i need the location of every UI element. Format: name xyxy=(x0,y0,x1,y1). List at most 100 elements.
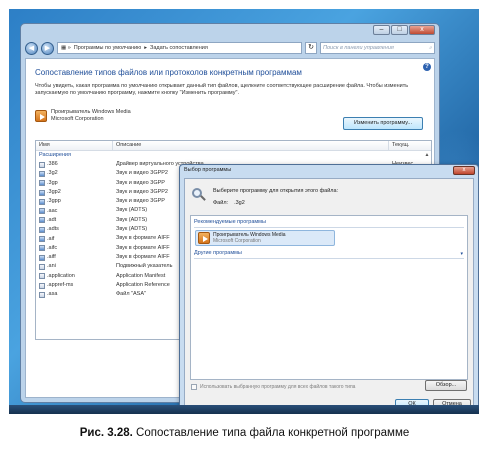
recommended-program-company: Microsoft Corporation xyxy=(213,238,261,244)
current-program-company: Microsoft Corporation xyxy=(51,116,104,122)
row-extension: .adts xyxy=(36,225,113,234)
file-icon xyxy=(39,273,45,280)
file-name: .3g2 xyxy=(234,200,245,206)
row-extension: .adt xyxy=(36,216,113,225)
row-extension-text: .aifc xyxy=(47,244,58,251)
row-extension-text: .appref-ms xyxy=(47,282,74,288)
recommended-program-item[interactable]: Проигрыватель Windows Media Microsoft Co… xyxy=(195,230,335,246)
media-file-icon xyxy=(39,245,45,252)
refresh-icon[interactable]: ↻ xyxy=(305,42,317,54)
search-input[interactable]: Поиск в панели управления ⌕ xyxy=(320,42,435,54)
row-extension-text: .386 xyxy=(47,161,58,168)
program-list[interactable]: Рекомендуемые программы Проигрыватель Wi… xyxy=(190,215,468,380)
file-icon xyxy=(39,291,45,298)
taskbar xyxy=(9,405,479,414)
row-extension-text: .3gpp xyxy=(47,198,61,205)
row-extension: .3gp xyxy=(36,179,113,188)
dialog-close-button[interactable]: x xyxy=(453,166,475,175)
row-extension: .3gp2 xyxy=(36,188,113,197)
divider xyxy=(194,227,464,228)
media-file-icon xyxy=(39,226,45,233)
dialog-body: Выберите программу для открытия этого фа… xyxy=(184,178,474,414)
browse-button[interactable]: Обзор... xyxy=(425,380,467,391)
close-button[interactable]: x xyxy=(409,25,435,35)
row-extension-text: .adts xyxy=(47,226,59,233)
control-panel-icon: ▦ » xyxy=(61,45,71,51)
row-extension: .3gpp xyxy=(36,197,113,206)
always-use-option[interactable]: Использовать выбранную программу для все… xyxy=(191,384,355,390)
media-file-icon xyxy=(39,170,45,177)
media-player-icon xyxy=(35,110,47,122)
media-player-icon xyxy=(198,232,210,244)
window-titlebar[interactable]: – □ x xyxy=(21,24,439,39)
row-extension-text: .aif xyxy=(47,235,55,242)
row-extension-text: .application xyxy=(47,272,75,279)
row-extension: .aif xyxy=(36,234,113,243)
row-extension-text: .aac xyxy=(47,207,58,214)
address-bar[interactable]: ▦ » Программы по умолчанию ▸ Задать сопо… xyxy=(57,42,302,54)
maximize-button[interactable]: □ xyxy=(391,25,408,35)
page-description: Чтобы увидеть, какая программа по умолча… xyxy=(35,83,409,96)
row-extension: .386 xyxy=(36,160,113,169)
minimize-button[interactable]: – xyxy=(373,25,390,35)
row-extension-text: .asa xyxy=(47,291,58,298)
help-icon[interactable]: ? xyxy=(423,63,431,71)
row-extension: .ani xyxy=(36,262,113,271)
figure-caption: Рис. 3.28. Сопоставление типа файла конк… xyxy=(0,427,489,439)
open-with-dialog: Выбор программы x Выберите программу для… xyxy=(179,164,479,414)
navigation-bar: ◀ ▶ ▦ » Программы по умолчанию ▸ Задать … xyxy=(25,41,435,55)
group-header: Расширения xyxy=(39,152,71,158)
caption-text: Сопоставление типа файла конкретной прог… xyxy=(136,427,410,439)
breadcrumb-separator-icon: ▸ xyxy=(144,45,148,51)
media-file-icon xyxy=(39,254,45,261)
row-extension-text: .adt xyxy=(47,216,57,223)
media-file-icon xyxy=(39,208,45,215)
change-program-button[interactable]: Изменить программу... xyxy=(343,117,423,130)
file-icon xyxy=(39,161,45,168)
page-title: Сопоставление типов файлов или протоколо… xyxy=(35,68,302,77)
back-arrow-icon[interactable]: ◀ xyxy=(25,41,38,55)
recommended-heading: Рекомендуемые программы xyxy=(194,219,266,225)
current-program-name: Проигрыватель Windows Media xyxy=(51,109,131,115)
scroll-up-arrow-icon[interactable]: ▲ xyxy=(424,152,430,159)
row-extension: .aac xyxy=(36,206,113,215)
magnifier-icon xyxy=(192,188,206,202)
desktop-background: – □ x ◀ ▶ ▦ » Программы по умолчанию ▸ З… xyxy=(9,9,479,414)
file-icon xyxy=(39,282,45,289)
row-extension-text: .aiff xyxy=(47,254,56,261)
dialog-title: Выбор программы xyxy=(184,167,232,173)
divider xyxy=(194,258,464,259)
breadcrumb-associations[interactable]: Задать сопоставления xyxy=(150,45,208,51)
column-description[interactable]: Описание xyxy=(113,141,389,150)
column-name[interactable]: Имя xyxy=(36,141,113,150)
row-extension-text: .ani xyxy=(47,263,56,270)
column-current-default[interactable]: Текущ. xyxy=(389,141,431,150)
row-extension: .asa xyxy=(36,290,113,299)
other-programs-heading[interactable]: Другие программы xyxy=(194,250,242,256)
breadcrumb-programs[interactable]: Программы по умолчанию xyxy=(74,45,141,51)
file-icon xyxy=(39,263,45,270)
media-file-icon xyxy=(39,198,45,205)
list-header: Имя Описание Текущ. xyxy=(36,141,431,151)
row-extension: .3g2 xyxy=(36,169,113,178)
always-use-checkbox[interactable] xyxy=(191,384,197,390)
media-file-icon xyxy=(39,189,45,196)
forward-arrow-icon[interactable]: ▶ xyxy=(41,41,54,55)
row-extension: .application xyxy=(36,272,113,281)
current-program: Проигрыватель Windows Media Microsoft Co… xyxy=(35,109,131,123)
media-file-icon xyxy=(39,236,45,243)
window-controls: – □ x xyxy=(373,25,435,35)
row-extension-text: .3gp xyxy=(47,179,58,186)
dialog-file-line: Файл: .3g2 xyxy=(213,200,245,206)
row-extension: .aifc xyxy=(36,244,113,253)
search-placeholder: Поиск в панели управления xyxy=(323,45,394,51)
always-use-label: Использовать выбранную программу для все… xyxy=(200,384,356,390)
search-icon: ⌕ xyxy=(428,44,432,51)
media-file-icon xyxy=(39,217,45,224)
file-label: Файл: xyxy=(213,200,229,206)
media-file-icon xyxy=(39,180,45,187)
caption-label: Рис. 3.28. xyxy=(79,427,133,439)
row-extension-text: .3g2 xyxy=(47,170,58,177)
chevron-down-icon[interactable]: ▾ xyxy=(460,251,463,257)
row-extension: .aiff xyxy=(36,253,113,262)
